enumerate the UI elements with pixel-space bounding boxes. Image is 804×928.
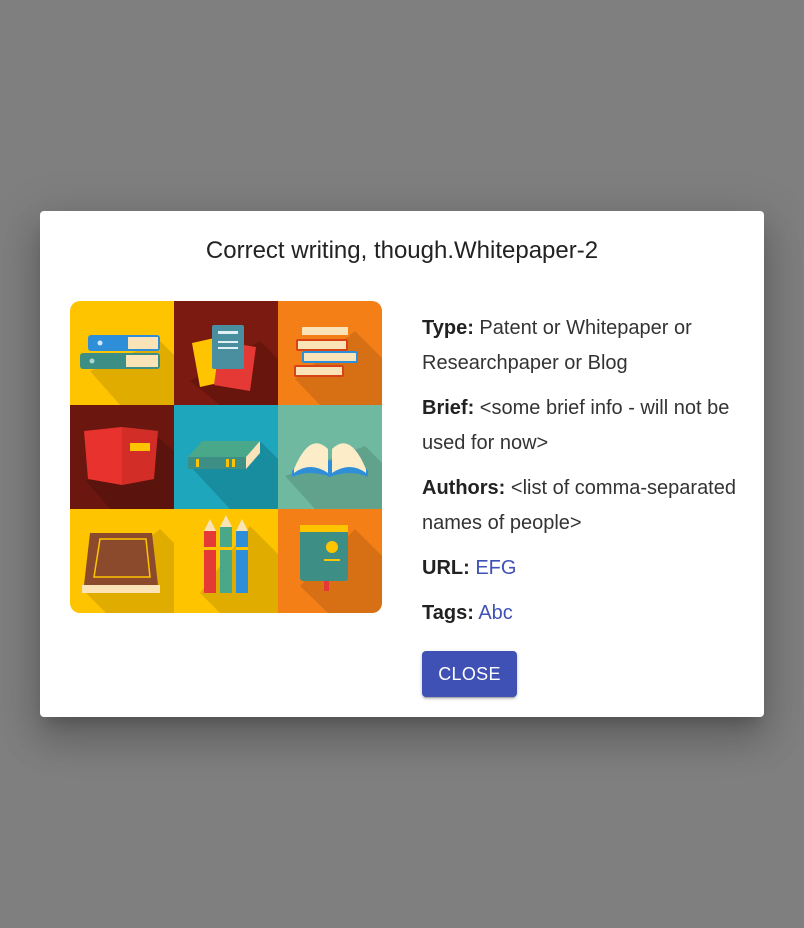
- type-row: Type: Patent or Whitepaper or Researchpa…: [422, 311, 742, 381]
- url-label: URL:: [422, 557, 470, 579]
- detail-dialog: Correct writing, though.Whitepaper-2 Typ…: [40, 211, 764, 717]
- brief-row: Brief: <some brief info - will not be us…: [422, 391, 742, 461]
- type-label: Type:: [422, 317, 474, 339]
- book-cover-image: [70, 301, 382, 613]
- tags-row: Tags: Abc: [422, 596, 742, 631]
- dialog-title: Correct writing, though.Whitepaper-2: [205, 237, 599, 264]
- details-panel: Type: Patent or Whitepaper or Researchpa…: [422, 311, 742, 641]
- authors-row: Authors: <list of comma-separated names …: [422, 471, 742, 541]
- url-row: URL: EFG: [422, 551, 742, 586]
- url-link[interactable]: EFG: [475, 557, 516, 579]
- tags-label: Tags:: [422, 602, 474, 624]
- close-button[interactable]: CLOSE: [422, 651, 517, 697]
- brief-label: Brief:: [422, 397, 475, 419]
- tag-link[interactable]: Abc: [478, 602, 512, 624]
- authors-label: Authors:: [422, 477, 506, 499]
